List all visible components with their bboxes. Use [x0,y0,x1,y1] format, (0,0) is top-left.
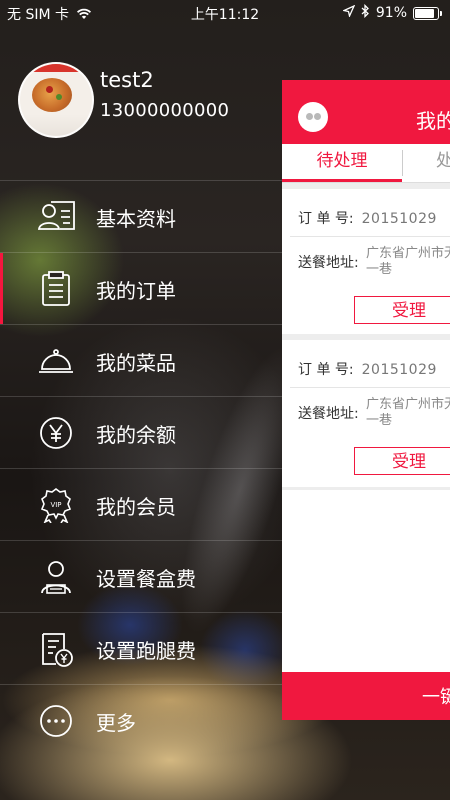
more-dots-icon [38,703,74,739]
vip-badge-icon: VIP [38,487,74,524]
divider [290,236,450,237]
bluetooth-icon [361,3,370,22]
status-bar: 无 SIM 卡 上午11:12 91% [0,0,450,26]
menu-item-more[interactable]: 更多 [0,684,282,756]
food-cloche-icon [38,343,74,379]
menu-item-label: 我的菜品 [96,351,176,375]
orders-header: 我的 [282,80,450,144]
accept-button[interactable]: 受理 [354,296,450,324]
page-title: 我的 [416,109,450,133]
menu-item-label: 基本资料 [96,207,176,231]
address-label: 送餐地址: [298,406,359,422]
avatar[interactable] [18,62,94,138]
menu-item-my-orders[interactable]: 我的订单 [0,252,282,324]
menu-item-label: 设置跑腿费 [96,639,196,663]
order-number: 20151029 [361,362,437,378]
tab-pending[interactable]: 待处理 [282,144,402,182]
menu-item-label: 更多 [96,711,136,735]
side-menu: 基本资料 我的订单 我的菜品 我的余额 VIP 我的会员 设置餐盒费 设置跑腿费… [0,180,282,756]
menu-item-label: 我的余额 [96,423,176,447]
divider [290,387,450,388]
avatar-eye [314,113,321,120]
address-line: 广东省广州市无 [366,397,450,412]
fee-document-icon [38,631,74,667]
menu-item-set-box-fee[interactable]: 设置餐盒费 [0,540,282,612]
orders-screen[interactable]: 我的 待处理 处 订 单 号: 20151029 送餐地址: 广东省广州市无 一巷… [282,80,450,720]
menu-item-basic-info[interactable]: 基本资料 [0,180,282,252]
divider [282,487,450,490]
order-number: 20151029 [361,211,437,227]
svg-text:VIP: VIP [50,501,61,509]
address-line: 一巷 [366,262,393,277]
order-card[interactable]: 订 单 号: 20151029 送餐地址: 广东省广州市无 一巷 受理 [282,337,450,487]
order-tabs: 待处理 处 [282,144,450,183]
avatar-topping [46,86,53,93]
phone-number: 13000000000 [100,100,230,121]
battery-icon [413,6,439,20]
order-card[interactable]: 订 单 号: 20151029 送餐地址: 广东省广州市无 一巷 受理 [282,186,450,336]
location-arrow-icon [341,4,356,21]
header-avatar[interactable] [298,102,328,132]
menu-item-set-errand-fee[interactable]: 设置跑腿费 [0,612,282,684]
tab-divider [402,150,403,176]
order-clipboard-icon [38,271,74,307]
user-profile[interactable]: test2 13000000000 [18,62,278,162]
menu-item-label: 设置餐盒费 [96,567,196,591]
one-click-label: 一键 [422,687,450,708]
battery-percent: 91% [375,5,407,21]
address-line: 一巷 [366,413,393,428]
delivery-address: 广东省广州市无 一巷 [366,246,450,278]
menu-item-label: 我的会员 [96,495,176,519]
profile-card-icon [37,199,75,235]
menu-item-my-balance[interactable]: 我的余额 [0,396,282,468]
battery-tip [440,10,442,16]
menu-item-my-membership[interactable]: VIP 我的会员 [0,468,282,540]
order-number-row: 订 单 号: 20151029 [298,359,437,379]
yen-coin-icon [38,415,74,451]
tab-processed[interactable]: 处 [436,144,450,181]
person-box-icon [38,559,74,595]
avatar-topping [56,94,62,100]
address-line: 广东省广州市无 [366,246,450,261]
order-number-label: 订 单 号: [298,362,354,378]
avatar-pizza [32,78,72,112]
avatar-eye [306,113,313,120]
username: test2 [100,68,154,92]
delivery-address: 广东省广州市无 一巷 [366,397,450,429]
accept-button[interactable]: 受理 [354,447,450,475]
menu-item-my-dishes[interactable]: 我的菜品 [0,324,282,396]
one-click-button[interactable]: 一键 [282,672,450,720]
order-number-row: 订 单 号: 20151029 [298,208,437,228]
system-indicators: 91% [341,3,442,22]
address-label: 送餐地址: [298,255,359,271]
avatar-banner [20,64,92,72]
order-number-label: 订 单 号: [298,211,354,227]
menu-item-label: 我的订单 [96,279,176,303]
